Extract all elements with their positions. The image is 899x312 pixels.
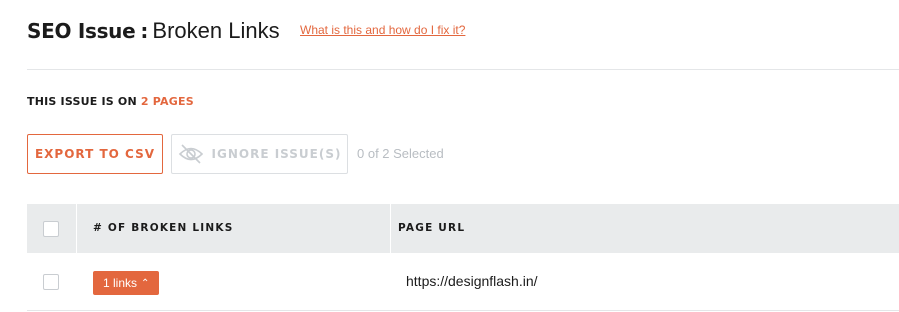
row-checkbox[interactable] [43,274,59,290]
column-divider [390,204,391,253]
page-title-prefix: SEO Issue [27,19,136,43]
column-header-page-url[interactable]: PAGE URL [398,222,465,234]
issue-count-label: THIS ISSUE IS ON [27,95,137,108]
column-divider [76,204,77,253]
export-csv-button[interactable]: EXPORT TO CSV [27,134,163,174]
issue-count-summary: THIS ISSUE IS ON 2 PAGES [27,95,194,108]
selection-count: 0 of 2 Selected [357,146,444,161]
ignore-issues-label: IGNORE ISSUE(S) [211,147,342,161]
ignore-issues-button[interactable]: IGNORE ISSUE(S) [171,134,348,174]
broken-links-toggle[interactable]: 1 links ⌃ [93,271,160,295]
page-title-colon: : [140,19,149,43]
issue-count-value: 2 PAGES [140,95,194,108]
page-url: https://designflash.in/ [406,273,538,289]
table-header: # OF BROKEN LINKS PAGE URL [27,204,899,253]
broken-links-count: 1 links [103,276,138,290]
select-all-checkbox[interactable] [43,221,59,237]
page-title-issue-name: Broken Links [152,18,280,43]
eye-slash-icon [178,144,203,164]
column-header-broken-links[interactable]: # OF BROKEN LINKS [93,222,233,234]
page-title: SEO Issue : Broken Links [27,18,280,48]
table-row: 1 links ⌃ https://designflash.in/ [27,253,899,311]
help-link[interactable]: What is this and how do I fix it? [300,23,465,37]
chevron-up-icon: ⌃ [141,277,150,289]
export-csv-label: EXPORT TO CSV [34,147,156,161]
header-divider [27,69,899,70]
issues-table: # OF BROKEN LINKS PAGE URL 1 links ⌃ htt… [27,204,899,311]
